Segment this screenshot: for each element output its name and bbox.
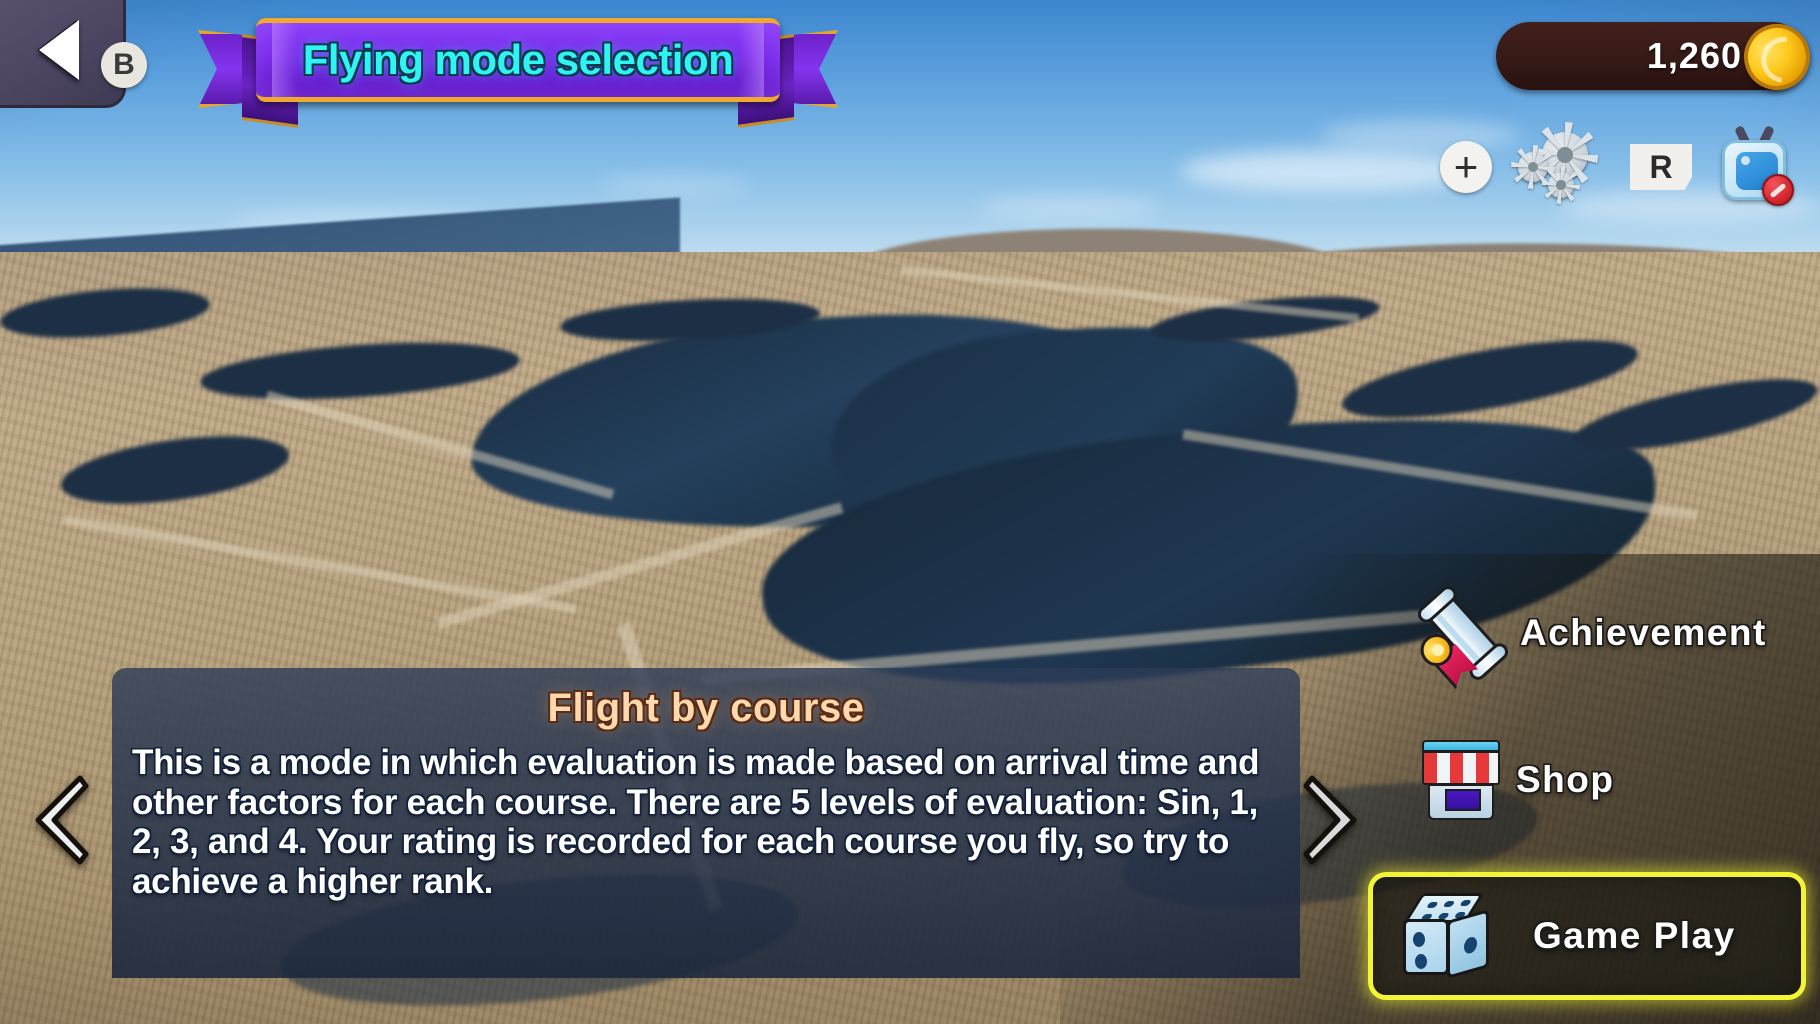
menu-item-label: Game Play xyxy=(1533,915,1736,956)
dice-side-face xyxy=(1447,908,1489,980)
gear-tiny xyxy=(1548,172,1574,198)
dice-pip xyxy=(1442,901,1456,907)
plus-icon: + xyxy=(1440,141,1492,193)
add-button[interactable]: + xyxy=(1440,141,1492,193)
prohibition-icon xyxy=(1762,174,1794,206)
mode-title: Flight by course xyxy=(547,686,865,730)
shop-base xyxy=(1428,784,1494,820)
page-title: Flying mode selection xyxy=(302,36,734,83)
game-screen: B Flying mode selection 1,260 + R Flight… xyxy=(0,0,1820,1024)
menu-item-label: Shop xyxy=(1516,759,1615,800)
gears-icon xyxy=(1518,128,1604,206)
ribbon-body: Flying mode selection xyxy=(256,18,780,102)
key-hint-b: B xyxy=(101,42,147,88)
diploma-scroll-icon xyxy=(1402,572,1523,693)
dice-pip xyxy=(1415,954,1427,969)
menu-item-label: Achievement xyxy=(1520,612,1767,653)
reset-key-hint[interactable]: R xyxy=(1630,144,1692,190)
cloud xyxy=(600,175,750,195)
keycap-icon: R xyxy=(1630,144,1692,190)
menu-item-achievement[interactable]: Achievement xyxy=(1414,582,1767,676)
settings-button[interactable] xyxy=(1518,128,1604,206)
currency-bar[interactable]: 1,260 xyxy=(1496,15,1819,99)
dice-pip xyxy=(1464,935,1477,956)
next-mode-button[interactable] xyxy=(1300,772,1364,868)
mode-description-panel: Flight by course This is a mode in which… xyxy=(112,668,1300,978)
menu-item-shop[interactable]: Shop xyxy=(1420,738,1614,822)
cloud xyxy=(1180,150,1480,192)
dice-front-face xyxy=(1403,919,1449,975)
toolbar: + R xyxy=(1440,125,1794,206)
tv-blocked-icon xyxy=(1718,125,1794,206)
prev-mode-button[interactable] xyxy=(28,772,92,868)
mode-description-text: This is a mode in which evaluation is ma… xyxy=(132,743,1260,901)
dice-pip xyxy=(1426,902,1439,908)
shop-awning xyxy=(1422,751,1500,785)
storefront-icon xyxy=(1420,738,1502,822)
triangle-left-icon xyxy=(39,20,79,80)
dice-pip xyxy=(1413,932,1425,947)
dice-icon xyxy=(1399,889,1493,983)
chevron-left-icon xyxy=(35,775,89,865)
title-banner: Flying mode selection xyxy=(198,8,838,128)
chevron-right-icon xyxy=(1303,775,1357,865)
shop-door xyxy=(1445,789,1481,811)
no-ads-button[interactable] xyxy=(1718,125,1794,206)
dice-pip xyxy=(1459,900,1472,906)
menu-item-game-play[interactable]: Game Play xyxy=(1368,872,1806,1000)
coin-amount: 1,260 xyxy=(1646,35,1742,76)
